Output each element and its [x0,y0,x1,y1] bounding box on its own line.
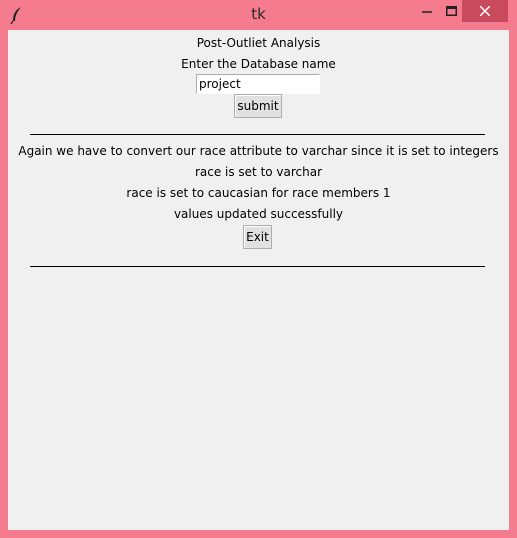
submit-button[interactable]: submit [234,94,282,118]
close-button[interactable] [462,0,508,22]
maximize-button[interactable] [438,0,464,22]
exit-button[interactable]: Exit [243,225,272,249]
database-name-input[interactable] [196,74,320,94]
maximize-icon [445,6,457,16]
window-client-area: Post-Outliet Analysis Enter the Database… [8,30,509,530]
database-prompt-label: Enter the Database name [181,57,336,71]
top-separator [30,134,485,135]
window-titlebar[interactable]: tk [0,0,517,30]
result-line-convert: Again we have to convert our race attrib… [18,144,499,158]
bottom-separator [30,266,485,267]
close-icon [480,6,490,16]
result-line-success: values updated successfully [173,207,344,221]
result-line-varchar: race is set to varchar [194,165,323,179]
minimize-button[interactable] [414,0,440,22]
form-heading: Post-Outliet Analysis [196,36,321,50]
result-line-caucasian: race is set to caucasian for race member… [126,186,391,200]
minimize-icon [422,11,432,13]
